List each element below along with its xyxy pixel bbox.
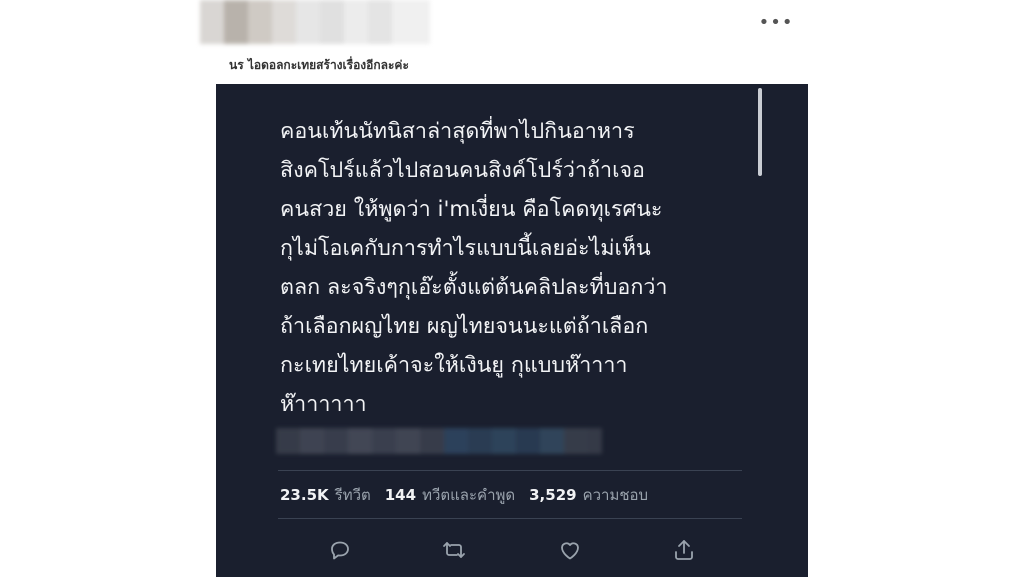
quotes-stat[interactable]: 144 ทวีตและคำพูด	[385, 483, 515, 507]
tweet-text-line: ห๊าาาาาา	[280, 392, 367, 417]
retweets-stat[interactable]: 23.5K รีทวีต	[280, 483, 371, 507]
tweet-text: คอนเท้นนัทนิสาล่าสุดที่พาไปกินอาหาร สิงค…	[280, 112, 750, 424]
tweet-text-line: กุไม่โอเคกับการทำไรแบบนี้เลยอ่ะไม่เห็น	[280, 236, 651, 261]
tweet-text-line: สิงคโปร์แล้วไปสอนคนสิงค์โปร์ว่าถ้าเจอ	[280, 158, 645, 183]
heart-icon	[561, 542, 579, 560]
tweet-text-line: คนสวย ให้พูดว่า i'mเงี่ยน คือโคดทุเรศนะ	[280, 197, 663, 222]
tweet-actions	[324, 534, 696, 566]
tweet-text-line: กะเทยไทยเค้าจะให้เงินยู กุแบบห๊าาาา	[280, 353, 628, 378]
like-button[interactable]	[554, 534, 586, 566]
tweet-card: คอนเท้นนัทนิสาล่าสุดที่พาไปกินอาหาร สิงค…	[216, 84, 808, 577]
tweet-text-line: ตลก ละจริงๆกุเอ๊ะตั้งแต่ต้นคลิปละที่บอกว…	[280, 275, 668, 300]
retweets-count: 23.5K	[280, 486, 329, 504]
share-button[interactable]	[668, 534, 700, 566]
divider	[278, 470, 742, 471]
quotes-label: ทวีตและคำพูด	[422, 486, 516, 504]
blurred-user-info	[200, 0, 430, 44]
quoted-tweet-text: นร ไอดอลกะเทยสร้างเรื่องอีกละค่ะ	[229, 58, 409, 72]
reply-button[interactable]	[324, 534, 356, 566]
tweet-text-line: ถ้าเลือกผญไทย ผญไทยจนนะแต่ถ้าเลือก	[280, 314, 649, 339]
tweet-stats: 23.5K รีทวีต 144 ทวีตและคำพูด 3,529 ความ…	[280, 482, 648, 508]
retweets-label: รีทวีต	[334, 486, 371, 504]
blurred-timestamp	[276, 428, 602, 454]
divider	[278, 518, 742, 519]
more-icon[interactable]: •••	[759, 10, 793, 34]
likes-stat[interactable]: 3,529 ความชอบ	[529, 483, 648, 507]
likes-count: 3,529	[529, 486, 577, 504]
retweet-icon	[443, 542, 465, 558]
share-icon	[675, 540, 693, 560]
retweet-button[interactable]	[438, 534, 470, 566]
quotes-count: 144	[384, 486, 417, 504]
reply-icon	[331, 541, 349, 560]
tweet-text-line: คอนเท้นนัทนิสาล่าสุดที่พาไปกินอาหาร	[280, 119, 635, 144]
likes-label: ความชอบ	[582, 486, 649, 504]
scrollbar[interactable]	[758, 88, 762, 176]
page: ••• นร ไอดอลกะเทยสร้างเรื่องอีกละค่ะ คอน…	[0, 0, 1024, 577]
